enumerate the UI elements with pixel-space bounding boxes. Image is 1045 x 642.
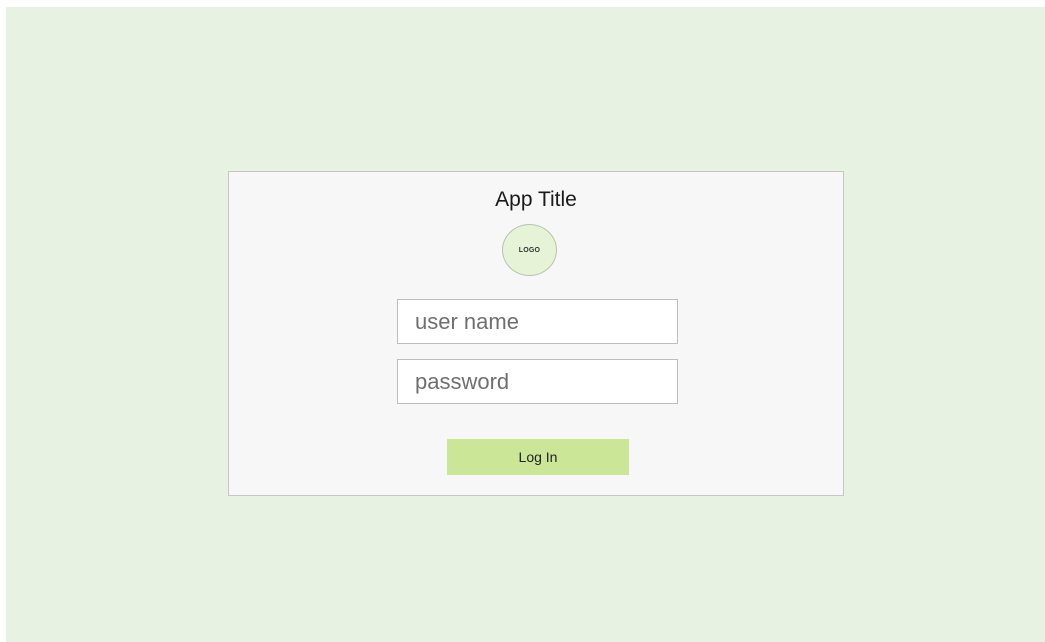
username-input[interactable] — [397, 299, 678, 344]
password-input[interactable] — [397, 359, 678, 404]
logo: LOGO — [502, 224, 557, 276]
app-background: App Title LOGO Log In — [6, 7, 1045, 642]
logo-text: LOGO — [518, 246, 541, 254]
login-card: App Title LOGO Log In — [228, 171, 844, 496]
app-title: App Title — [495, 188, 577, 211]
login-button[interactable]: Log In — [447, 439, 629, 475]
